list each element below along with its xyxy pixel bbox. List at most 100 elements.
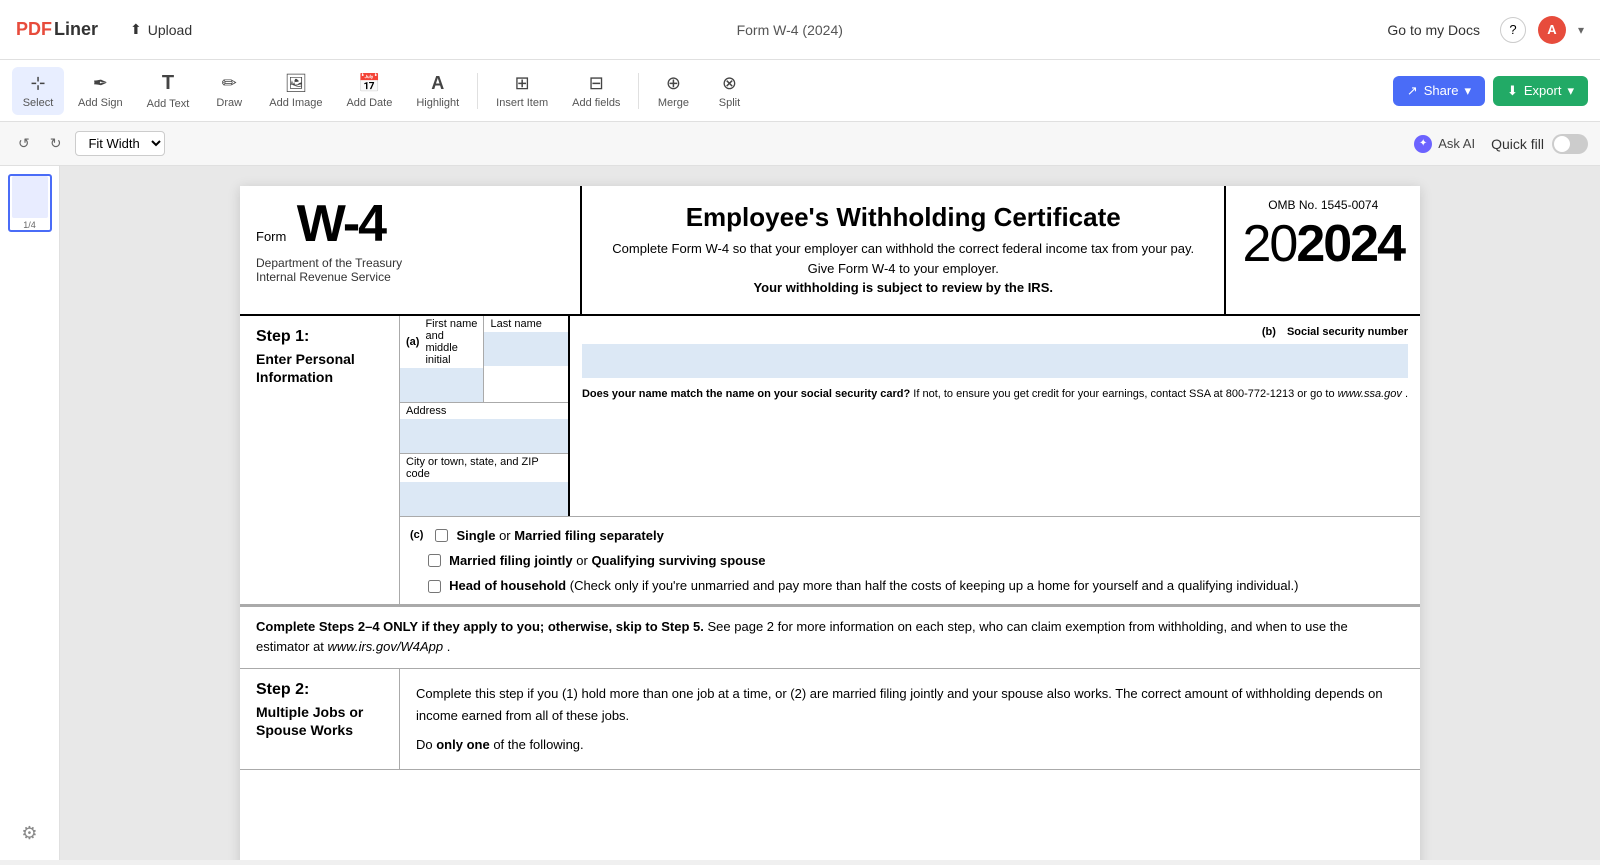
tool-add-fields[interactable]: ⊟ Add fields (562, 67, 630, 115)
tool-split[interactable]: ⊗ Split (703, 67, 755, 115)
ssn-block: (b) Social security number Does your nam… (568, 316, 1420, 516)
checkbox-section: (c) Single or Married filing separately … (400, 517, 1420, 604)
share-button[interactable]: ↗ Share ▾ (1393, 76, 1485, 106)
add-fields-icon: ⊟ (589, 73, 604, 94)
first-name-label: First name and middle initial (425, 318, 477, 366)
form-header: Form W-4 Department of the Treasury Inte… (240, 186, 1420, 316)
first-name-input[interactable] (400, 368, 483, 402)
undo-button[interactable]: ↺ (12, 131, 36, 156)
export-dropdown-arrow: ▾ (1567, 83, 1574, 99)
upload-icon: ⬆ (130, 21, 142, 38)
city-input[interactable] (400, 482, 568, 516)
logo: PDF Liner (16, 19, 98, 40)
form-number: W-4 (297, 195, 385, 253)
tool-add-image[interactable]: 🖼 Add Image (259, 67, 332, 115)
checkbox-row-1: (c) Single or Married filing separately (400, 523, 1420, 548)
document-area: Form W-4 Department of the Treasury Inte… (60, 166, 1600, 860)
quick-fill-toggle[interactable] (1552, 134, 1588, 154)
upload-button[interactable]: ⬆ Upload (122, 17, 200, 42)
add-text-icon: T (162, 72, 174, 95)
quick-fill-label: Quick fill (1491, 136, 1544, 152)
name-ssn-section: (a) First name and middle initial Last n… (400, 316, 1420, 517)
field-a-label: (a) (406, 336, 419, 348)
last-name-input[interactable] (484, 332, 567, 366)
ask-ai-button[interactable]: ✦ Ask AI (1406, 131, 1483, 157)
highlight-icon: A (431, 73, 444, 94)
page-thumbnail[interactable]: 1/4 (8, 174, 52, 232)
toolbar-right: ↗ Share ▾ ⬇ Export ▾ (1393, 76, 1588, 106)
address-section: Address (400, 403, 568, 454)
field-c-label: (c) (410, 529, 423, 541)
ssn-input[interactable] (582, 344, 1408, 378)
name-section: (a) First name and middle initial Last n… (400, 316, 568, 516)
page-thumb-image (12, 176, 48, 218)
form-label: Form (256, 229, 286, 244)
share-dropdown-arrow: ▾ (1464, 83, 1471, 99)
toolbar-separator-2 (638, 73, 639, 109)
header-right: Go to my Docs ? A ▾ (1379, 16, 1584, 44)
tool-add-text[interactable]: T Add Text (137, 66, 200, 116)
toolbar-separator-1 (477, 73, 478, 109)
step2-label: Step 2: Multiple Jobs or Spouse Works (240, 669, 400, 769)
last-name-label: Last name (484, 316, 567, 332)
settings-button[interactable]: ⚙ (13, 815, 45, 852)
checkbox-row-2: c Married filing jointly or Qualifying s… (400, 548, 1420, 573)
checkbox-single[interactable] (435, 529, 448, 542)
department: Department of the Treasury (256, 256, 564, 270)
top-header: PDF Liner ⬆ Upload Form W-4 (2024) Go to… (0, 0, 1600, 60)
ssn-note: Does your name match the name on your so… (582, 386, 1408, 403)
first-last-name-row: (a) First name and middle initial Last n… (400, 316, 568, 403)
step2-content: Complete this step if you (1) hold more … (400, 669, 1420, 769)
step1-row: Step 1: Enter Personal Information (240, 316, 1420, 605)
add-date-icon: 📅 (358, 73, 380, 94)
form-header-center: Employee's Withholding Certificate Compl… (580, 186, 1226, 314)
tool-draw[interactable]: ✏ Draw (203, 67, 255, 115)
omb-number: OMB No. 1545-0074 (1242, 198, 1404, 212)
form-label-row: Form W-4 (256, 198, 564, 250)
toggle-knob (1554, 136, 1570, 152)
select-icon: ⊹ (30, 73, 45, 94)
skip-note: Complete Steps 2–4 ONLY if they apply to… (240, 605, 1420, 670)
last-name-cell: Last name (484, 316, 567, 402)
sub-toolbar-right: ✦ Ask AI Quick fill (1406, 131, 1588, 157)
tool-insert-item[interactable]: ⊞ Insert Item (486, 67, 558, 115)
year-display: 202024 (1242, 218, 1404, 270)
export-button[interactable]: ⬇ Export ▾ (1493, 76, 1588, 106)
add-image-icon: 🖼 (284, 73, 307, 94)
address-input[interactable] (400, 419, 568, 453)
split-icon: ⊗ (722, 73, 737, 94)
redo-button[interactable]: ↻ (44, 131, 68, 156)
city-label: City or town, state, and ZIP code (400, 454, 568, 482)
avatar-dropdown[interactable]: ▾ (1578, 23, 1584, 37)
step2-row: Step 2: Multiple Jobs or Spouse Works Co… (240, 669, 1420, 770)
goto-docs-button[interactable]: Go to my Docs (1379, 18, 1488, 42)
ask-ai-icon: ✦ (1414, 135, 1432, 153)
tool-select[interactable]: ⊹ Select (12, 67, 64, 115)
document-title: Form W-4 (2024) (216, 22, 1363, 38)
checkbox-married[interactable] (428, 554, 441, 567)
help-button[interactable]: ? (1500, 17, 1526, 43)
toolbar: ⊹ Select ✒ Add Sign T Add Text ✏ Draw 🖼 … (0, 60, 1600, 122)
step1-content: (a) First name and middle initial Last n… (400, 316, 1420, 604)
avatar-button[interactable]: A (1538, 16, 1566, 44)
city-section: City or town, state, and ZIP code (400, 454, 568, 516)
main-area: 1/4 ⚙ Form W-4 Department of the Treasur… (0, 166, 1600, 860)
tool-merge[interactable]: ⊕ Merge (647, 67, 699, 115)
checkbox-head-household[interactable] (428, 580, 441, 593)
tool-add-sign[interactable]: ✒ Add Sign (68, 67, 133, 115)
draw-icon: ✏ (222, 73, 237, 94)
tool-add-date[interactable]: 📅 Add Date (336, 67, 402, 115)
tool-highlight[interactable]: A Highlight (406, 67, 469, 115)
logo-pdf: PDF (16, 19, 52, 40)
fit-width-select[interactable]: Fit Width Fit Page 50% 75% 100% 125% 150… (75, 131, 165, 156)
ssn-header: (b) Social security number (582, 326, 1408, 338)
first-name-cell: (a) First name and middle initial (400, 316, 484, 402)
checkbox-row-3: c Head of household (Check only if you'r… (400, 573, 1420, 598)
form-subtitle: Complete Form W-4 so that your employer … (598, 239, 1208, 298)
form-header-left: Form W-4 Department of the Treasury Inte… (240, 186, 580, 314)
left-sidebar: 1/4 ⚙ (0, 166, 60, 860)
document-page: Form W-4 Department of the Treasury Inte… (240, 186, 1420, 860)
form-w4: Form W-4 Department of the Treasury Inte… (240, 186, 1420, 770)
sub-toolbar: ↺ ↻ Fit Width Fit Page 50% 75% 100% 125%… (0, 122, 1600, 166)
irs-service: Internal Revenue Service (256, 270, 564, 284)
